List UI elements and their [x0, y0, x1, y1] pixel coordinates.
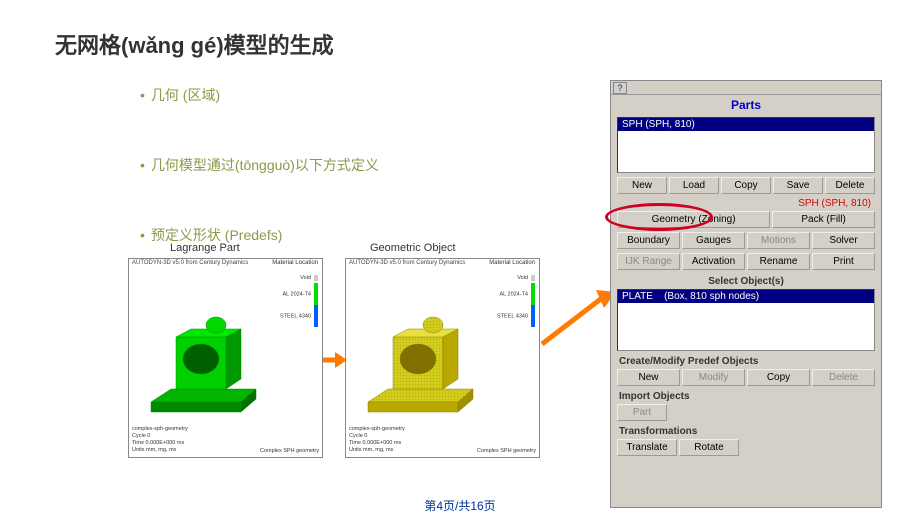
- activation-button[interactable]: Activation: [682, 253, 745, 270]
- parts-listbox[interactable]: SPH (SPH, 810): [617, 117, 875, 173]
- save-button[interactable]: Save: [773, 177, 823, 194]
- fig-footer-right-left: Complex SPH geometry: [260, 448, 319, 454]
- fig-material-left: Material Location: [272, 260, 318, 266]
- figure-label-geometric: Geometric Object: [370, 242, 456, 254]
- boundary-button[interactable]: Boundary: [617, 232, 680, 249]
- fig-footer-right-box: complex-sph-geometry Cycle 0 Time 0.000E…: [349, 426, 405, 454]
- fig-legend-left: Void AL 2024-T4 STEEL 4340: [280, 273, 318, 327]
- object-desc: (Box, 810 sph nodes): [664, 291, 759, 302]
- bullet-3-text: 预定义形状 (Predefs): [151, 227, 282, 243]
- bullet-2: •几何模型通过(tōngguò)以下方式定义: [140, 155, 379, 175]
- row-3: Boundary Gauges Motions Solver: [611, 230, 881, 251]
- panel-titlebar: ?: [611, 81, 881, 95]
- rotate-button[interactable]: Rotate: [679, 439, 739, 456]
- new-button[interactable]: New: [617, 177, 667, 194]
- predef-new-button[interactable]: New: [617, 369, 680, 386]
- predef-copy-button[interactable]: Copy: [747, 369, 810, 386]
- arrow-1: [323, 350, 347, 370]
- row-4: IJK Range Activation Rename Print: [611, 251, 881, 272]
- gauges-button[interactable]: Gauges: [682, 232, 745, 249]
- bullet-2-text: 几何模型通过(tōngguò)以下方式定义: [151, 157, 379, 173]
- parts-list-item[interactable]: SPH (SPH, 810): [618, 118, 874, 131]
- predef-delete-button[interactable]: Delete: [812, 369, 875, 386]
- import-part-button[interactable]: Part: [617, 404, 667, 421]
- object-list-item[interactable]: PLATE (Box, 810 sph nodes): [618, 290, 874, 303]
- figure-label-lagrange: Lagrange Part: [170, 242, 240, 254]
- translate-button[interactable]: Translate: [617, 439, 677, 456]
- transformations-label: Transformations: [611, 423, 881, 437]
- load-button[interactable]: Load: [669, 177, 719, 194]
- page-number: 第4页/共16页: [0, 497, 920, 514]
- fig-footer-left: complex-sph-geometry Cycle 0 Time 0.000E…: [132, 426, 188, 454]
- select-objects-label: Select Object(s): [611, 272, 881, 287]
- fig-legend-right: Void AL 2024-T4 STEEL 4340: [497, 273, 535, 327]
- solver-button[interactable]: Solver: [812, 232, 875, 249]
- delete-button[interactable]: Delete: [825, 177, 875, 194]
- objects-listbox[interactable]: PLATE (Box, 810 sph nodes): [617, 289, 875, 351]
- arrow-2: [538, 288, 616, 350]
- geometry-zoning-button[interactable]: Geometry (Zoning): [617, 211, 770, 228]
- create-modify-label: Create/Modify Predef Objects: [611, 353, 881, 367]
- figure-lagrange-part: AUTODYN-3D v5.0 from Century Dynamics Ma…: [128, 258, 323, 458]
- part-render-yellow: [358, 297, 488, 417]
- row-predef: New Modify Copy Delete: [611, 367, 881, 388]
- print-button[interactable]: Print: [812, 253, 875, 270]
- parts-panel: ? Parts SPH (SPH, 810) New Load Copy Sav…: [610, 80, 882, 508]
- bullet-1: •几何 (区域): [140, 85, 220, 105]
- rename-button[interactable]: Rename: [747, 253, 810, 270]
- fig-material-right: Material Location: [489, 260, 535, 266]
- ijk-range-button[interactable]: IJK Range: [617, 253, 680, 270]
- panel-title: Parts: [611, 95, 881, 115]
- copy-button[interactable]: Copy: [721, 177, 771, 194]
- row-transform: Translate Rotate: [611, 437, 881, 458]
- bullet-1-text: 几何 (区域): [151, 87, 220, 103]
- object-name: PLATE: [622, 291, 653, 302]
- row-import: Part: [611, 402, 881, 423]
- motions-button[interactable]: Motions: [747, 232, 810, 249]
- pack-fill-button[interactable]: Pack (Fill): [772, 211, 875, 228]
- row-geom: Geometry (Zoning) Pack (Fill): [611, 209, 881, 230]
- help-button[interactable]: ?: [613, 82, 627, 94]
- ghost-label: SPH (SPH, 810): [611, 198, 881, 209]
- predef-modify-button[interactable]: Modify: [682, 369, 745, 386]
- slide-title: 无网格(wǎng gé)模型的生成: [55, 28, 334, 60]
- fig-footer-right-right: Complex SPH geometry: [477, 448, 536, 454]
- row-file-ops: New Load Copy Save Delete: [611, 175, 881, 196]
- import-objects-label: Import Objects: [611, 388, 881, 402]
- figure-geometric-object: AUTODYN-3D v5.0 from Century Dynamics Ma…: [345, 258, 540, 458]
- part-render-green: [141, 297, 271, 417]
